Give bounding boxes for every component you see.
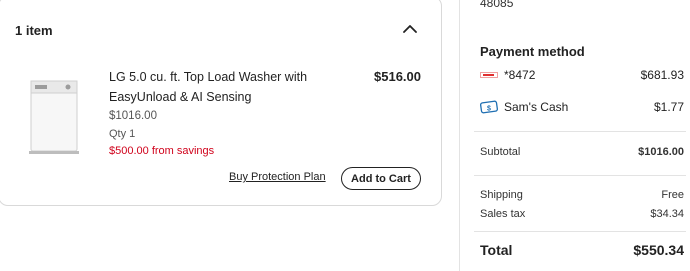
total-value: $550.34 [633,242,684,258]
sams-cash-row: $ Sam's Cash $1.77 [480,100,684,114]
card-payment-row: *8472 $681.93 [480,68,684,82]
card-label: *8472 [504,68,536,82]
chevron-up-icon[interactable] [403,24,417,34]
subtotal-value: $1016.00 [638,146,684,158]
washer-image[interactable] [28,73,80,159]
item-price: $516.00 [374,69,421,84]
sams-cash-label: Sam's Cash [504,100,569,114]
panel-divider [459,0,460,271]
svg-text:$: $ [487,106,491,113]
sales-tax-value: $34.34 [650,208,684,220]
original-price: $1016.00 [109,110,157,122]
shipping-label: Shipping [480,189,523,201]
sams-cash-icon: $ [480,100,498,114]
product-title[interactable]: LG 5.0 cu. ft. Top Load Washer with Easy… [109,67,329,107]
shipping-value: Free [661,189,684,201]
credit-card-icon [480,69,498,81]
total-label: Total [480,242,513,258]
summary-divider [474,175,686,176]
sams-cash-amount: $1.77 [653,100,684,114]
zip-code: 48085 [480,0,514,10]
shipping-row: Shipping Free [480,189,684,201]
quantity: Qty 1 [109,128,136,140]
subtotal-row: Subtotal $1016.00 [480,146,684,158]
add-to-cart-button[interactable]: Add to Cart [341,167,421,190]
card-amount: $681.93 [640,68,684,82]
subtotal-label: Subtotal [480,146,521,158]
sales-tax-label: Sales tax [480,208,526,220]
total-row: Total $550.34 [480,242,684,258]
summary-divider [474,231,686,232]
payment-method-title: Payment method [480,44,585,59]
cart-card: 1 item LG 5.0 cu. ft. Top Load Washer wi… [0,0,442,206]
sales-tax-row: Sales tax $34.34 [480,208,684,220]
savings-text: $500.00 from savings [109,145,215,157]
buy-protection-plan-link[interactable]: Buy Protection Plan [229,171,326,183]
cart-item-count: 1 item [15,23,53,38]
summary-divider [474,131,686,132]
